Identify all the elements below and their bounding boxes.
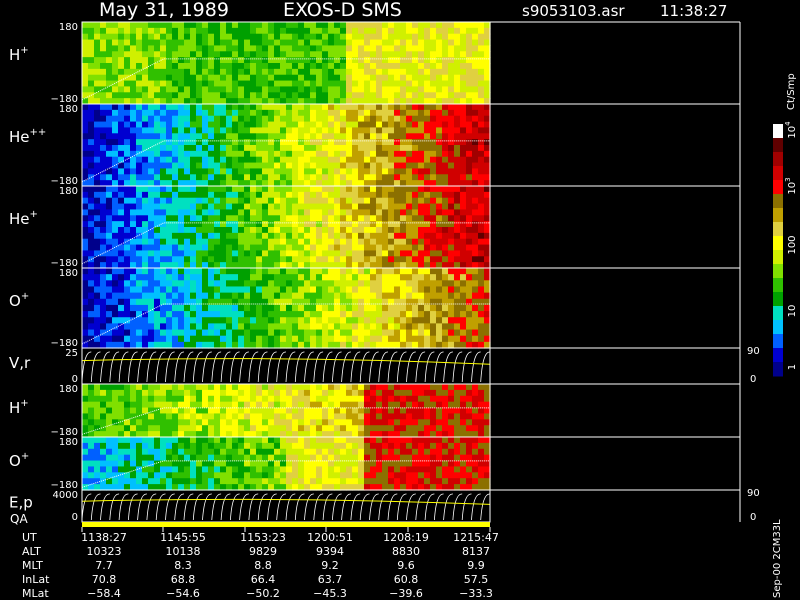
- colorbar-label: Ct/Smp: [786, 73, 797, 110]
- panel-3: [81, 185, 741, 269]
- ephem-cell: −45.3: [313, 587, 347, 600]
- ephem-cell: −33.3: [459, 587, 493, 600]
- panel-ymax: 25: [65, 348, 78, 359]
- panel-ymax: 180: [59, 384, 78, 395]
- ephem-cell: 10138: [166, 545, 201, 558]
- ephem-cell: 9394: [316, 545, 344, 558]
- colorbar-swatch: [773, 292, 783, 307]
- panel-right-top: 90: [747, 346, 760, 357]
- colorbar-swatch: [773, 264, 783, 279]
- ephem-cell: 8.8: [254, 559, 272, 572]
- colorbar-tick: 100: [787, 235, 798, 254]
- ephem-cell: 70.8: [92, 573, 117, 586]
- panel-ymax: 180: [59, 268, 78, 279]
- panel-ymax: 180: [59, 22, 78, 33]
- ephem-cell: 8.3: [174, 559, 192, 572]
- ephem-row-name: MLat: [22, 587, 49, 600]
- colorbar-swatch: [773, 348, 783, 363]
- panel-2: [81, 103, 741, 187]
- colorbar-tick: 103: [784, 177, 798, 194]
- colorbar-swatch: [773, 152, 783, 167]
- ephem-row-name: InLat: [22, 573, 50, 586]
- panel-1: [81, 21, 741, 105]
- ephem-cell: 9.9: [467, 559, 485, 572]
- panel-ymax: 180: [59, 437, 78, 448]
- colorbar-swatch: [773, 138, 783, 153]
- ephem-row-name: MLT: [22, 559, 43, 572]
- panel-right-bottom: 0: [750, 374, 756, 385]
- colorbar-swatch: [773, 320, 783, 335]
- ephem-cell: 9.6: [397, 559, 415, 572]
- ephem-cell: 68.8: [171, 573, 196, 586]
- colorbar-swatch: [773, 208, 783, 223]
- ephem-cell: 10323: [87, 545, 122, 558]
- ephem-cell: 8137: [462, 545, 490, 558]
- panel-species-label: O+: [9, 291, 29, 310]
- panel-ymax: 4000: [53, 490, 78, 501]
- panel-ymax: 180: [59, 186, 78, 197]
- panel-species-label: He+: [9, 209, 38, 228]
- ephem-cell: 57.5: [464, 573, 489, 586]
- panel-species-label: H+: [9, 398, 29, 417]
- ephem-row-name: UT: [22, 531, 37, 544]
- colorbar-swatch: [773, 250, 783, 265]
- ephem-cell: 1138:27: [81, 531, 127, 544]
- panel-6: [81, 383, 741, 438]
- ephem-cell: 66.4: [251, 573, 276, 586]
- colorbar-tick: 1: [787, 364, 798, 370]
- panel-8: [81, 489, 741, 523]
- panel-ymin: 0: [72, 512, 78, 523]
- ephem-cell: 7.7: [95, 559, 113, 572]
- ephem-cell: 9829: [249, 545, 277, 558]
- ephem-cell: −50.2: [246, 587, 280, 600]
- ephemeris-table: UT 1138:27 1145:55 1153:23 1200:51 1208:19 121…: [22, 531, 499, 600]
- panel-7: [81, 436, 741, 491]
- qa-label: QA: [10, 512, 28, 526]
- panel-right-bottom: 0: [750, 512, 756, 523]
- panel-right-top: 90: [747, 488, 760, 499]
- ephem-row-name: ALT: [22, 545, 41, 558]
- colorbar-tick: 104: [784, 121, 798, 139]
- panel-stack: [81, 21, 741, 532]
- ephem-cell: 1153:23: [240, 531, 286, 544]
- colorbar-swatch: [773, 166, 783, 181]
- colorbar-swatch: [773, 236, 783, 251]
- colorbar-swatch: [773, 278, 783, 293]
- colorbar-swatch: [773, 194, 783, 209]
- ephem-cell: 63.7: [318, 573, 343, 586]
- panel-species-label: He++: [9, 127, 46, 146]
- side-label: Sep-00 2CM33L: [772, 519, 783, 598]
- ephem-cell: −58.4: [87, 587, 121, 600]
- panel-species-label: H+: [9, 45, 29, 64]
- panel-species-label: E,p: [9, 494, 33, 512]
- ephem-cell: 8830: [392, 545, 420, 558]
- colorbar-swatch: [773, 362, 783, 377]
- colorbar-tick: 10: [787, 305, 798, 318]
- ephem-cell: 1215:47: [453, 531, 499, 544]
- colorbar-swatch: [773, 306, 783, 321]
- colorbar-swatch: [773, 180, 783, 195]
- panel-species-label: O+: [9, 451, 29, 470]
- plot-time: 11:38:27: [660, 2, 727, 20]
- plot-instrument: EXOS-D SMS: [283, 0, 402, 21]
- ephem-cell: 1208:19: [383, 531, 429, 544]
- colorbar: 1 10 100 103 104: [773, 121, 798, 377]
- ephem-cell: 60.8: [394, 573, 419, 586]
- ephem-cell: 1200:51: [307, 531, 353, 544]
- panel-ymax: 180: [59, 104, 78, 115]
- plot-date: May 31, 1989: [99, 0, 229, 21]
- ephem-cell: 1145:55: [160, 531, 206, 544]
- ephem-cell: −39.6: [389, 587, 423, 600]
- panel-species-label: V,r: [9, 354, 31, 372]
- colorbar-swatch: [773, 334, 783, 349]
- ephem-cell: 9.2: [321, 559, 339, 572]
- panel-4: [81, 267, 741, 349]
- ephem-cell: −54.6: [166, 587, 200, 600]
- qa-bar: [82, 522, 490, 527]
- colorbar-swatch: [773, 222, 783, 237]
- panel-5: [81, 347, 741, 385]
- colorbar-swatch: [773, 124, 783, 139]
- sms-spectrogram-plot: May 31, 1989 EXOS-D SMS s9053103.asr 11:…: [9, 0, 798, 600]
- plot-file: s9053103.asr: [522, 2, 625, 20]
